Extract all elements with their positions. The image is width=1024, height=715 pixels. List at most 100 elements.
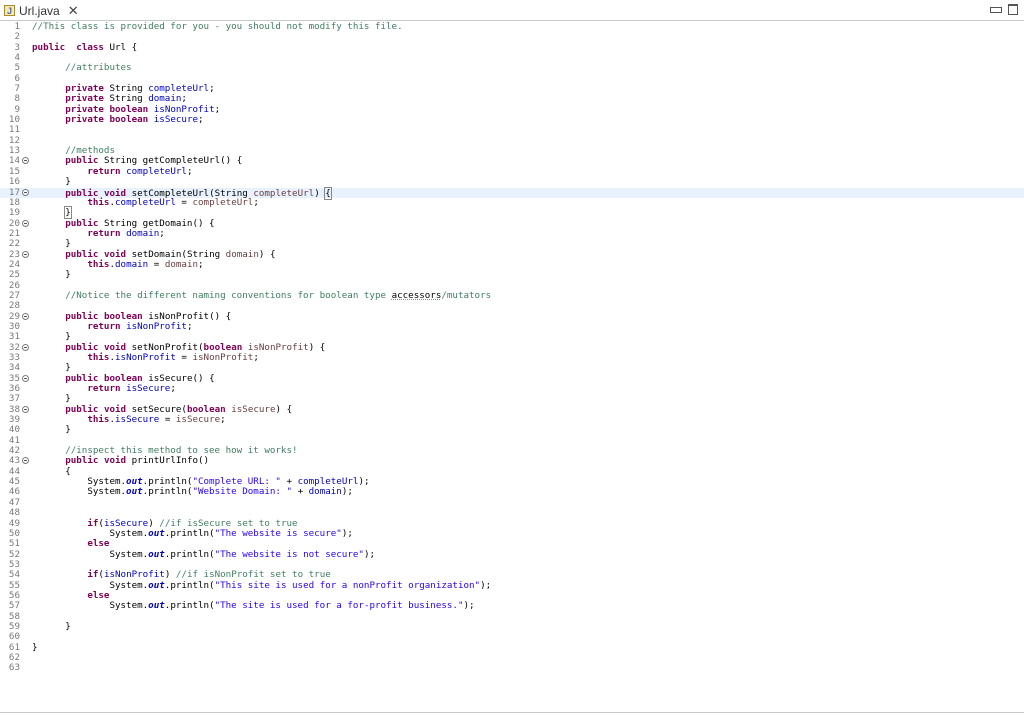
code-line[interactable]: 40 } bbox=[0, 425, 1024, 436]
code-line[interactable]: 58 bbox=[0, 611, 1024, 622]
code-text: } bbox=[32, 425, 71, 435]
code-token: out bbox=[126, 476, 143, 488]
fold-collapse-icon[interactable] bbox=[22, 343, 29, 351]
fold-collapse-icon[interactable] bbox=[22, 188, 29, 196]
code-token: setSecure( bbox=[126, 403, 187, 415]
code-token: ) bbox=[164, 569, 176, 581]
code-line[interactable]: 27 //Notice the different naming convent… bbox=[0, 290, 1024, 301]
code-line[interactable]: 59 } bbox=[0, 620, 1024, 632]
code-line[interactable]: 62 bbox=[0, 652, 1024, 663]
code-token: boolean bbox=[203, 341, 243, 353]
code-token: completeUrl bbox=[253, 187, 315, 199]
code-token: = bbox=[148, 258, 165, 270]
fold-collapse-icon[interactable] bbox=[22, 405, 29, 413]
code-token: ; bbox=[214, 103, 221, 115]
fold-collapse-icon[interactable] bbox=[22, 374, 29, 382]
fold-collapse-icon[interactable] bbox=[22, 157, 29, 165]
code-token: public bbox=[65, 455, 99, 467]
code-token: public bbox=[65, 155, 99, 167]
code-line[interactable]: 33 this.isNonProfit = isNonProfit; bbox=[0, 352, 1024, 363]
code-token: class bbox=[76, 41, 104, 53]
code-text: public class Url { bbox=[32, 41, 137, 53]
code-line[interactable]: 57 System.out.println("The site is used … bbox=[0, 600, 1024, 612]
code-token: ); bbox=[363, 548, 376, 560]
fold-collapse-icon[interactable] bbox=[22, 250, 29, 258]
close-icon[interactable]: ✕ bbox=[68, 3, 79, 18]
code-token: ); bbox=[341, 527, 353, 539]
code-line[interactable]: 12 bbox=[0, 135, 1024, 146]
fold-collapse-icon[interactable] bbox=[22, 312, 29, 320]
java-file-icon: J bbox=[4, 5, 15, 16]
code-line[interactable]: 47 bbox=[0, 497, 1024, 508]
code-token: return bbox=[87, 320, 121, 332]
code-line[interactable]: 2 bbox=[0, 31, 1024, 42]
code-token: ); bbox=[480, 579, 492, 591]
code-token: //if isNonProfit set to true bbox=[175, 569, 331, 581]
code-token: void bbox=[103, 403, 127, 415]
code-token: public bbox=[65, 341, 99, 353]
maximize-icon[interactable] bbox=[1008, 4, 1018, 15]
code-token: ; bbox=[198, 258, 204, 270]
code-line[interactable]: 39 this.isSecure = isSecure; bbox=[0, 414, 1024, 425]
code-line[interactable]: 24 this.domain = domain; bbox=[0, 258, 1024, 270]
code-token: System. bbox=[32, 600, 149, 612]
code-line[interactable]: 11 bbox=[0, 125, 1024, 136]
code-line[interactable]: 36 return isSecure; bbox=[0, 383, 1024, 395]
code-line[interactable]: 21 return domain; bbox=[0, 228, 1024, 239]
line-number: 48 bbox=[8, 507, 20, 519]
line-number: 54 bbox=[8, 569, 20, 581]
minimize-icon[interactable] bbox=[990, 6, 1002, 13]
code-line[interactable]: 1//This class is provided for you - you … bbox=[0, 21, 1024, 32]
code-token: private bbox=[65, 93, 104, 105]
code-token: .println( bbox=[164, 548, 215, 560]
code-line[interactable]: 61} bbox=[0, 641, 1024, 653]
code-line[interactable]: 5 //attributes bbox=[0, 62, 1024, 74]
code-token: } bbox=[32, 331, 71, 343]
code-token: String bbox=[103, 93, 149, 105]
editor-bottom-border bbox=[0, 712, 1024, 713]
code-line[interactable]: 43 public void printUrlInfo() bbox=[0, 455, 1024, 467]
code-token: void bbox=[103, 455, 127, 467]
code-token: ; bbox=[170, 383, 176, 395]
code-line[interactable]: 15 return completeUrl; bbox=[0, 166, 1024, 177]
code-token: ) bbox=[314, 187, 326, 199]
fold-collapse-icon[interactable] bbox=[22, 219, 29, 227]
code-line[interactable]: 63 bbox=[0, 662, 1024, 673]
code-token: out bbox=[148, 527, 165, 539]
code-token: completeUrl bbox=[297, 476, 359, 488]
fold-collapse-icon[interactable] bbox=[22, 457, 29, 465]
code-token: } bbox=[32, 641, 38, 653]
code-token: out bbox=[148, 600, 165, 612]
code-line[interactable]: 3 public class Url { bbox=[0, 41, 1024, 53]
code-line[interactable]: 10 private boolean isSecure; bbox=[0, 114, 1024, 126]
code-token: //attributes bbox=[65, 62, 132, 74]
code-line[interactable]: 4 bbox=[0, 52, 1024, 63]
code-line[interactable]: 16 } bbox=[0, 176, 1024, 187]
code-line[interactable]: 50 System.out.println("The website is se… bbox=[0, 527, 1024, 539]
code-token: ; bbox=[253, 352, 259, 363]
code-editor[interactable]: 1//This class is provided for you - you … bbox=[0, 21, 1024, 712]
code-line[interactable]: 46 System.out.println("Website Domain: "… bbox=[0, 486, 1024, 498]
code-token: .println( bbox=[142, 486, 193, 498]
code-token: isSecure bbox=[153, 114, 199, 126]
tab-url-java[interactable]: J Url.java ✕ bbox=[4, 2, 79, 19]
code-line[interactable]: 60 bbox=[0, 631, 1024, 642]
code-token: public bbox=[65, 248, 99, 260]
code-line[interactable]: 52 System.out.println("The website is no… bbox=[0, 548, 1024, 560]
code-token: public bbox=[32, 41, 66, 53]
code-line[interactable]: 30 return isNonProfit; bbox=[0, 320, 1024, 332]
code-line[interactable]: 18 this.completeUrl = completeUrl; bbox=[0, 197, 1024, 208]
code-token: private bbox=[65, 83, 104, 95]
code-line[interactable]: 25 } bbox=[0, 269, 1024, 280]
code-token: ; bbox=[186, 320, 193, 332]
code-token: String getDomain() { bbox=[98, 217, 215, 229]
code-token: ) { bbox=[308, 341, 326, 353]
code-token: } bbox=[32, 620, 71, 632]
code-line[interactable]: 55 System.out.println("This site is used… bbox=[0, 579, 1024, 591]
